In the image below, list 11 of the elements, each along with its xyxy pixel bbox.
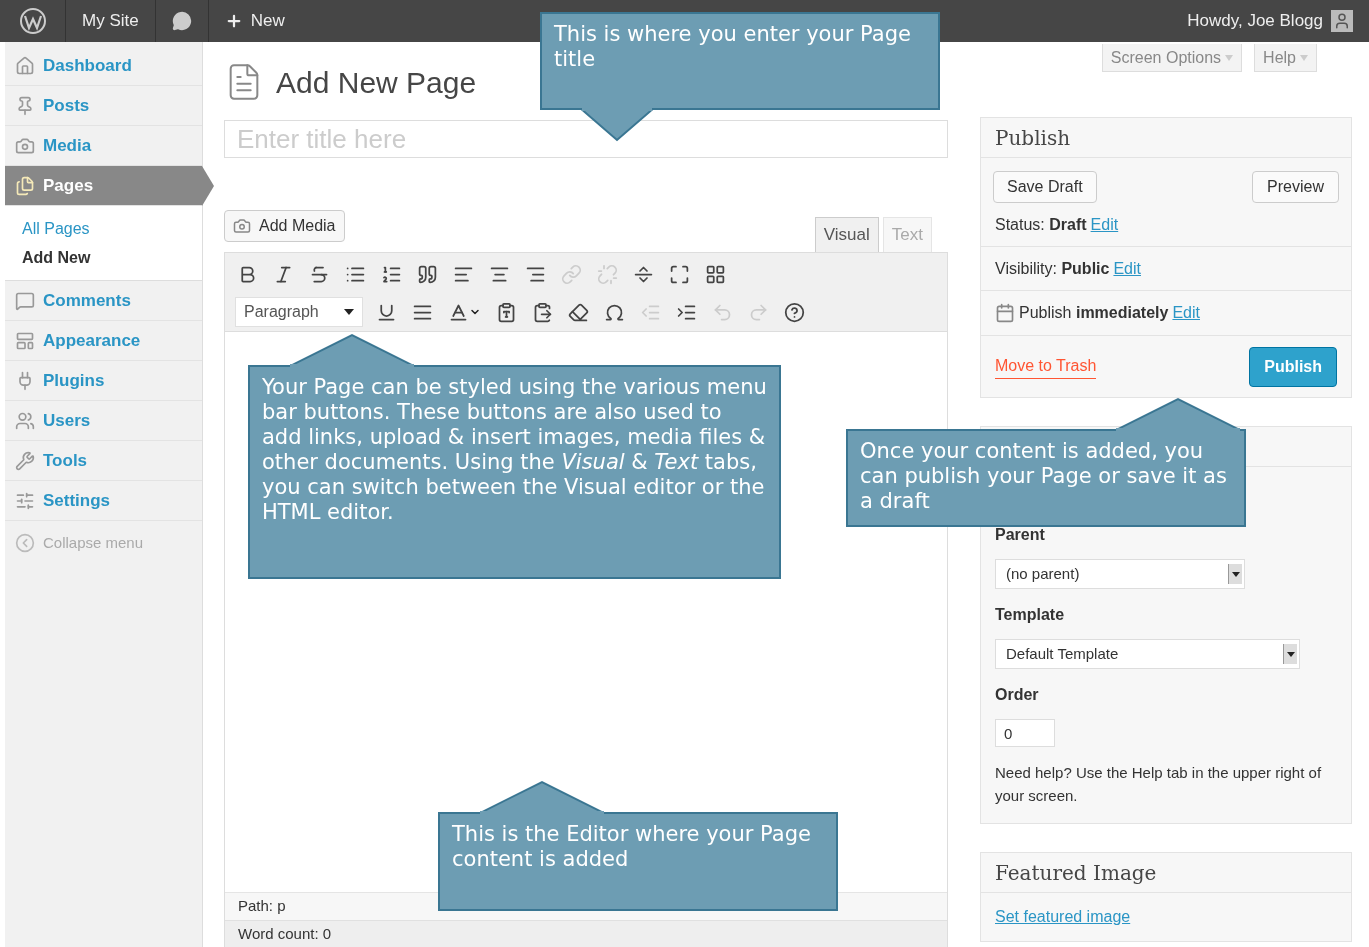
field-label: Parent xyxy=(995,525,1046,545)
publish-setting: Status: Draft xyxy=(995,214,1087,235)
panel-title: Featured Image xyxy=(981,853,1351,893)
page-title: Add New Page xyxy=(276,64,477,101)
publish-setting: Publish immediately xyxy=(1019,303,1169,323)
word-count: Word count: 0 xyxy=(225,920,947,947)
field-label: Order xyxy=(995,685,1040,705)
help-text: Need help? Use the Help tab in the upper right of your screen. xyxy=(995,763,1323,806)
publish-setting: Visibility: Public xyxy=(995,258,1110,279)
panel-title: Publish xyxy=(981,118,1351,158)
field-label: Template xyxy=(995,605,1066,625)
